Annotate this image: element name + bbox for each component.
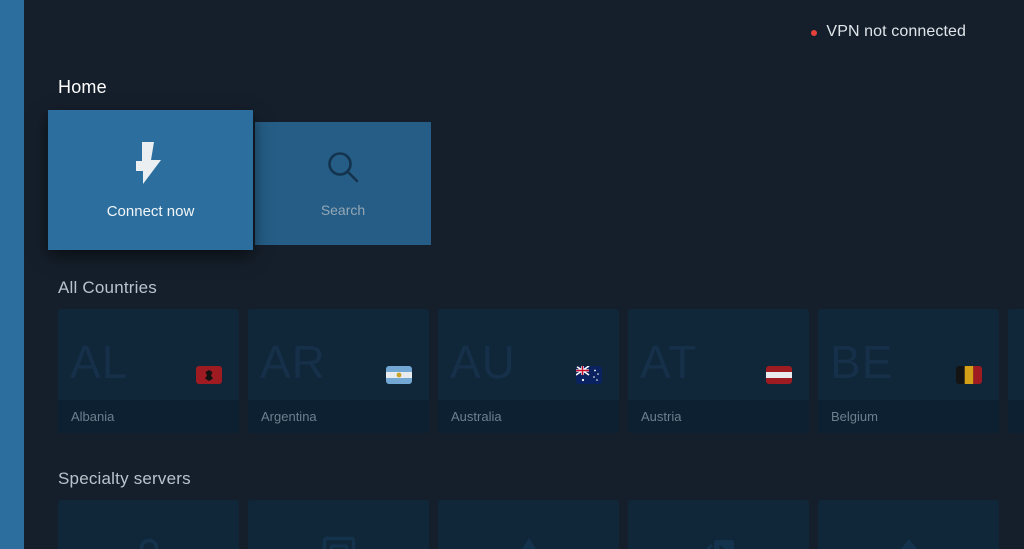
sidebar-nav-rail[interactable] [0, 0, 24, 549]
country-card-footer: Albania [58, 400, 239, 433]
vpn-status-label: VPN not connected [826, 23, 966, 40]
flag-albania-icon [196, 366, 222, 384]
lightning-bolt-icon [134, 141, 168, 190]
specialty-card-p2p[interactable] [628, 500, 809, 549]
country-code: AR [260, 336, 326, 388]
flag-argentina-icon [386, 366, 412, 384]
country-name: Albania [71, 409, 115, 424]
status-dot-icon [811, 29, 818, 36]
country-code: AT [640, 336, 698, 388]
country-code: BE [830, 336, 894, 388]
section-title-specialty-servers: Specialty servers [58, 469, 191, 488]
specialty-servers-carousel[interactable] [58, 500, 999, 549]
country-card-footer [1008, 400, 1024, 433]
double-vpn-icon [322, 536, 356, 549]
country-card-footer: Austria [628, 400, 809, 433]
flag-belgium-icon [956, 366, 982, 384]
country-card-belgium[interactable]: BE Belgium [818, 309, 999, 433]
country-code: B [1020, 339, 1024, 385]
obfuscated-triangle-icon [513, 536, 545, 549]
connect-now-label: Connect now [106, 202, 195, 220]
specialty-card-obfuscated[interactable] [438, 500, 619, 549]
country-carousel[interactable]: AL Albania AR Argentina AU Australia AT … [58, 309, 1024, 433]
country-card-argentina[interactable]: AR Argentina [248, 309, 429, 433]
p2p-arrow-icon [702, 536, 736, 549]
country-name: Australia [451, 409, 502, 424]
country-card-austria[interactable]: AT Austria [628, 309, 809, 433]
country-name: Argentina [261, 409, 317, 424]
onion-circle-icon [134, 536, 164, 549]
country-card-albania[interactable]: AL Albania [58, 309, 239, 433]
app-root: VPN not connected Home Connect now Searc… [0, 0, 1024, 549]
country-name: Belgium [831, 409, 878, 424]
dedicated-ip-triangle-icon [891, 536, 927, 549]
specialty-card-double-vpn[interactable] [248, 500, 429, 549]
country-card-next[interactable]: B [1008, 309, 1024, 433]
specialty-card-dedicated-ip[interactable] [818, 500, 999, 549]
flag-austria-icon [766, 366, 792, 384]
country-card-footer: Australia [438, 400, 619, 433]
search-icon [326, 150, 360, 189]
connect-now-button[interactable]: Connect now [48, 110, 253, 250]
search-label: Search [320, 201, 366, 218]
country-card-footer: Belgium [818, 400, 999, 433]
vpn-status-indicator: VPN not connected [811, 20, 966, 44]
section-title-all-countries: All Countries [58, 278, 157, 297]
country-name: Austria [641, 409, 682, 424]
country-code: AL [70, 336, 129, 388]
page-title: Home [58, 77, 107, 97]
flag-australia-icon [576, 366, 602, 384]
country-card-footer: Argentina [248, 400, 429, 433]
country-card-australia[interactable]: AU Australia [438, 309, 619, 433]
country-code: AU [450, 336, 516, 388]
specialty-card-onion[interactable] [58, 500, 239, 549]
search-button[interactable]: Search [255, 122, 431, 245]
